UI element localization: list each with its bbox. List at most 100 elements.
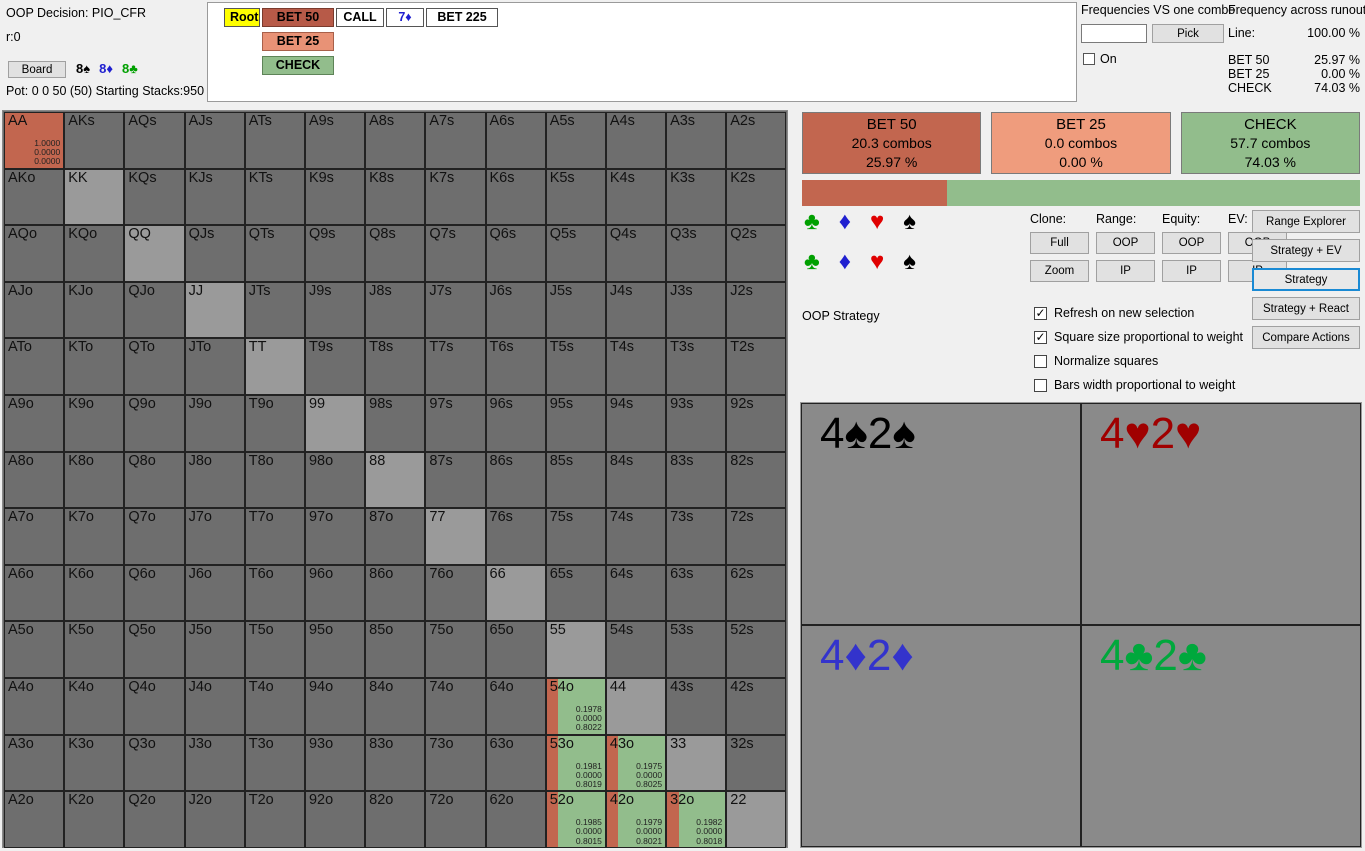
range-cell[interactable]: A2o	[4, 791, 65, 848]
range-cell[interactable]: A6o	[4, 564, 65, 622]
view-button-compare-actions[interactable]: Compare Actions	[1252, 326, 1360, 349]
game-tree-panel[interactable]: Root BET 50 CALL 7♦ BET 225 BET 25 CHECK	[207, 2, 1077, 102]
on-toggle[interactable]: On	[1083, 52, 1117, 66]
range-cell[interactable]: 95o	[304, 621, 366, 678]
range-cell[interactable]: Q6s	[485, 225, 546, 282]
range-cell[interactable]: 73o	[425, 734, 486, 792]
range-cell[interactable]: 82o	[365, 791, 426, 848]
range-cell[interactable]: Q7o	[124, 508, 185, 565]
range-matrix-grid[interactable]: AA 1.0000 0.0000 0.0000 AKs AQs AJs ATs A9s A8s A7…	[4, 112, 787, 848]
range-cell[interactable]: K2o	[64, 791, 125, 848]
spade-icon[interactable]: ♠	[903, 210, 916, 234]
range-cell[interactable]: TT	[244, 338, 305, 395]
range-cell[interactable]: K4s	[605, 168, 667, 226]
range-cell[interactable]: QJo	[124, 281, 185, 339]
range-cell[interactable]: J5s	[545, 281, 606, 339]
suit-filter-block[interactable]: ♣ ♦ ♥ ♠ ♣ ♦ ♥ ♠	[804, 210, 916, 310]
control-buttons[interactable]: FullOOPOOPOOPZoomIPIPIP	[1030, 232, 1287, 288]
range-cell[interactable]: 43s	[666, 677, 727, 735]
range-cell[interactable]: KJo	[64, 281, 125, 339]
range-cell[interactable]: AQs	[124, 112, 185, 169]
range-cell[interactable]: 85o	[365, 621, 426, 678]
range-cell[interactable]: 84o	[365, 677, 426, 735]
range-cell[interactable]: AQo	[4, 225, 65, 282]
combo-quadrant-spade[interactable]: 4♠2♠	[801, 403, 1081, 625]
range-cell[interactable]: Q2s	[726, 225, 787, 282]
range-cell[interactable]: 74o	[425, 677, 486, 735]
action-box-bet-50[interactable]: BET 50 20.3 combos 25.97 %	[802, 112, 982, 174]
range-cell[interactable]: Q7s	[425, 225, 486, 282]
range-cell[interactable]: T7o	[244, 508, 305, 565]
range-cell[interactable]: K3o	[64, 734, 125, 792]
range-cell[interactable]: 65o	[485, 621, 546, 678]
range-cell[interactable]: 62s	[726, 564, 787, 622]
range-cell[interactable]: 64s	[605, 564, 667, 622]
range-cell[interactable]: AKs	[64, 112, 125, 169]
combo-quadrant-diamond[interactable]: 4♦2♦	[801, 625, 1081, 847]
range-cell[interactable]: KTs	[244, 168, 305, 226]
range-cell[interactable]: KK	[64, 168, 125, 226]
range-cell[interactable]: 95s	[545, 394, 606, 452]
range-cell[interactable]: A8s	[365, 112, 426, 169]
range-cell[interactable]: 92o	[304, 791, 366, 848]
view-button-strategy[interactable]: Strategy	[1252, 268, 1360, 291]
range-cell[interactable]: K5o	[64, 621, 125, 678]
on-checkbox[interactable]	[1083, 53, 1095, 65]
range-cell[interactable]: Q4s	[605, 225, 667, 282]
heart-icon[interactable]: ♥	[870, 250, 884, 274]
range-cell[interactable]: J2s	[726, 281, 787, 339]
range-cell[interactable]: 97s	[425, 394, 486, 452]
range-cell[interactable]: 55	[545, 621, 606, 678]
range-cell[interactable]: K8s	[365, 168, 426, 226]
tree-node-bet-50[interactable]: BET 50	[262, 8, 334, 27]
range-cell[interactable]: A5o	[4, 621, 65, 678]
range-cell[interactable]: JTo	[184, 338, 245, 395]
range-cell[interactable]: Q3s	[666, 225, 727, 282]
range-cell[interactable]: 85s	[545, 451, 606, 509]
range-cell[interactable]: J3s	[666, 281, 727, 339]
range-cell[interactable]: K2s	[726, 168, 787, 226]
range-cell[interactable]: A3o	[4, 734, 65, 792]
range-cell[interactable]: A6s	[485, 112, 546, 169]
range-cell[interactable]: T8o	[244, 451, 305, 509]
range-cell[interactable]: 63s	[666, 564, 727, 622]
range-cell[interactable]: KTo	[64, 338, 125, 395]
range-cell[interactable]: T6o	[244, 564, 305, 622]
range-cell[interactable]: JJ	[184, 281, 245, 339]
range-cell[interactable]: K6o	[64, 564, 125, 622]
range-cell[interactable]: AJs	[184, 112, 245, 169]
range-cell[interactable]: J7s	[425, 281, 486, 339]
range-cell[interactable]: 93s	[666, 394, 727, 452]
range-cell[interactable]: T3o	[244, 734, 305, 792]
range-cell[interactable]: 52o 0.1985 0.0000 0.8015	[545, 791, 606, 848]
range-cell[interactable]: KQs	[124, 168, 185, 226]
range-cell[interactable]: 65s	[545, 564, 606, 622]
range-cell[interactable]: 53o 0.1981 0.0000 0.8019	[545, 734, 606, 792]
range-cell[interactable]: K3s	[666, 168, 727, 226]
range-cell[interactable]: AA 1.0000 0.0000 0.0000	[4, 112, 65, 169]
range-cell[interactable]: KJs	[184, 168, 245, 226]
view-button-strategy-react[interactable]: Strategy + React	[1252, 297, 1360, 320]
range-cell[interactable]: 84s	[605, 451, 667, 509]
range-cell[interactable]: Q4o	[124, 677, 185, 735]
action-box-bet-25[interactable]: BET 25 0.0 combos 0.00 %	[991, 112, 1171, 174]
range-cell[interactable]: T7s	[425, 338, 486, 395]
range-cell[interactable]: 42s	[726, 677, 787, 735]
range-cell[interactable]: Q5s	[545, 225, 606, 282]
tree-node-check[interactable]: CHECK	[262, 56, 334, 75]
spade-icon[interactable]: ♠	[903, 250, 916, 274]
range-cell[interactable]: 97o	[304, 508, 366, 565]
control-button-ip[interactable]: IP	[1096, 260, 1155, 282]
range-cell[interactable]: 73s	[666, 508, 727, 565]
range-cell[interactable]: A9s	[304, 112, 366, 169]
option-row[interactable]: Normalize squares	[1034, 354, 1243, 368]
range-cell[interactable]: 87o	[365, 508, 426, 565]
range-cell[interactable]: 64o	[485, 677, 546, 735]
range-cell[interactable]: T4o	[244, 677, 305, 735]
control-button-full[interactable]: Full	[1030, 232, 1089, 254]
range-cell[interactable]: A2s	[726, 112, 787, 169]
range-cell[interactable]: T9s	[304, 338, 366, 395]
range-cell[interactable]: Q6o	[124, 564, 185, 622]
range-cell[interactable]: A9o	[4, 394, 65, 452]
range-cell[interactable]: 94s	[605, 394, 667, 452]
